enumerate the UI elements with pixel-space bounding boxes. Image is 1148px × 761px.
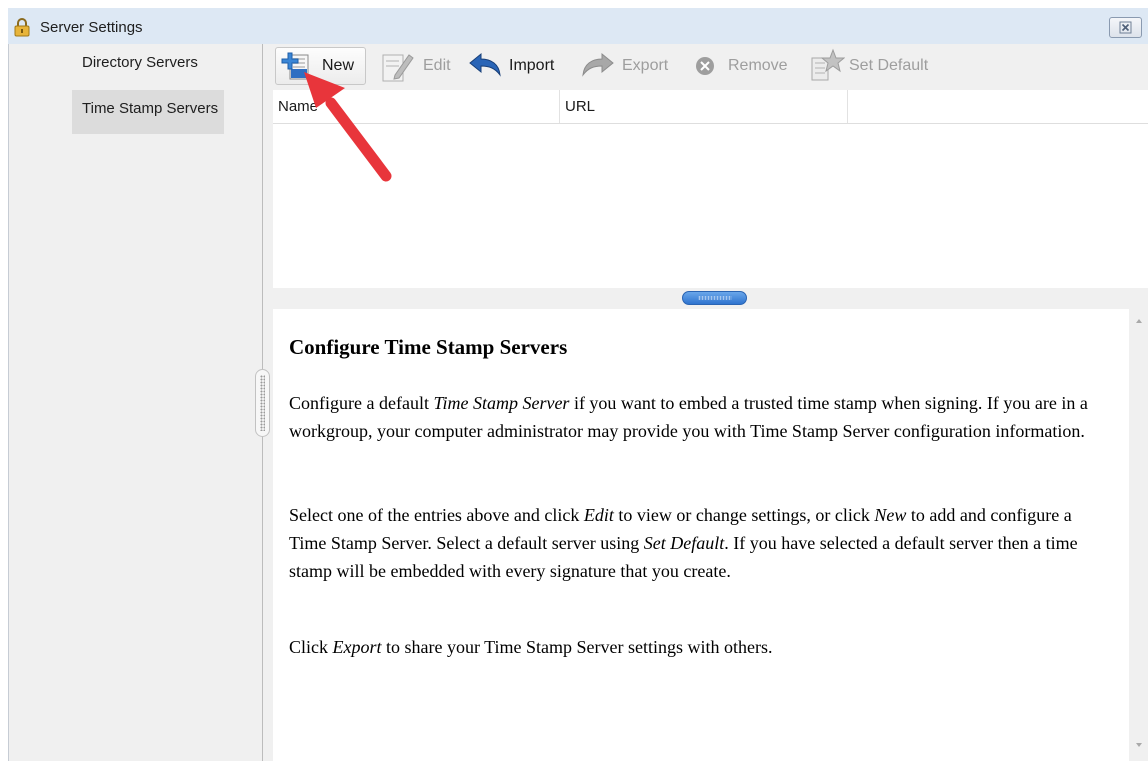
export-button-label: Export	[622, 57, 669, 74]
server-settings-window: Server Settings Directory Servers Time S…	[0, 0, 1148, 761]
help-paragraph-3: Click Export to share your Time Stamp Se…	[289, 637, 773, 657]
sidebar-item-label: Directory Servers	[82, 54, 198, 71]
close-button[interactable]	[1109, 17, 1142, 38]
table-header: Name URL	[273, 90, 1148, 124]
new-document-icon	[280, 49, 316, 83]
set-default-button[interactable]: Set Default	[809, 47, 928, 85]
new-button[interactable]: New	[275, 47, 366, 85]
edit-pencil-icon	[379, 49, 417, 83]
column-header-name[interactable]: Name	[273, 90, 560, 123]
export-button[interactable]: Export	[580, 47, 668, 85]
import-button-label: Import	[509, 57, 555, 74]
scroll-down-arrow-icon[interactable]	[1136, 743, 1142, 747]
import-arrow-icon	[467, 51, 503, 81]
remove-button-label: Remove	[728, 57, 788, 74]
edit-button-label: Edit	[423, 57, 451, 74]
scroll-up-arrow-icon[interactable]	[1136, 319, 1142, 323]
vertical-splitter-handle[interactable]	[682, 291, 747, 305]
sidebar-item-time-stamp-servers[interactable]: Time Stamp Servers	[72, 90, 224, 134]
new-button-label: New	[322, 57, 355, 74]
help-paragraph-2: Select one of the entries above and clic…	[289, 505, 1078, 581]
window-title: Server Settings	[40, 19, 143, 36]
import-button[interactable]: Import	[467, 47, 554, 85]
edit-button[interactable]: Edit	[379, 47, 451, 85]
table-body[interactable]	[273, 124, 1148, 288]
sidebar-item-directory-servers[interactable]: Directory Servers	[72, 44, 224, 88]
toolbar: New Edit Import Export Remove Set Defaul…	[263, 44, 1148, 90]
help-panel: Configure Time Stamp Servers Configure a…	[273, 309, 1129, 761]
lock-icon	[12, 17, 32, 37]
title-bar: Server Settings	[8, 8, 1148, 45]
remove-x-icon	[694, 55, 716, 77]
sidebar-item-label: Time Stamp Servers	[82, 100, 219, 117]
set-default-button-label: Set Default	[849, 57, 929, 74]
set-default-star-icon	[809, 48, 845, 84]
close-icon	[1119, 21, 1132, 34]
help-heading: Configure Time Stamp Servers	[289, 335, 568, 359]
pane-resize-handle[interactable]	[255, 369, 270, 437]
column-header-url[interactable]: URL	[560, 90, 848, 123]
help-scrollbar[interactable]	[1130, 309, 1148, 761]
servers-table: Name URL	[273, 90, 1148, 288]
export-arrow-icon	[580, 51, 616, 81]
sidebar: Directory Servers Time Stamp Servers	[9, 44, 262, 761]
help-paragraph-1: Configure a default Time Stamp Server if…	[289, 393, 1088, 441]
remove-button[interactable]: Remove	[694, 47, 788, 85]
